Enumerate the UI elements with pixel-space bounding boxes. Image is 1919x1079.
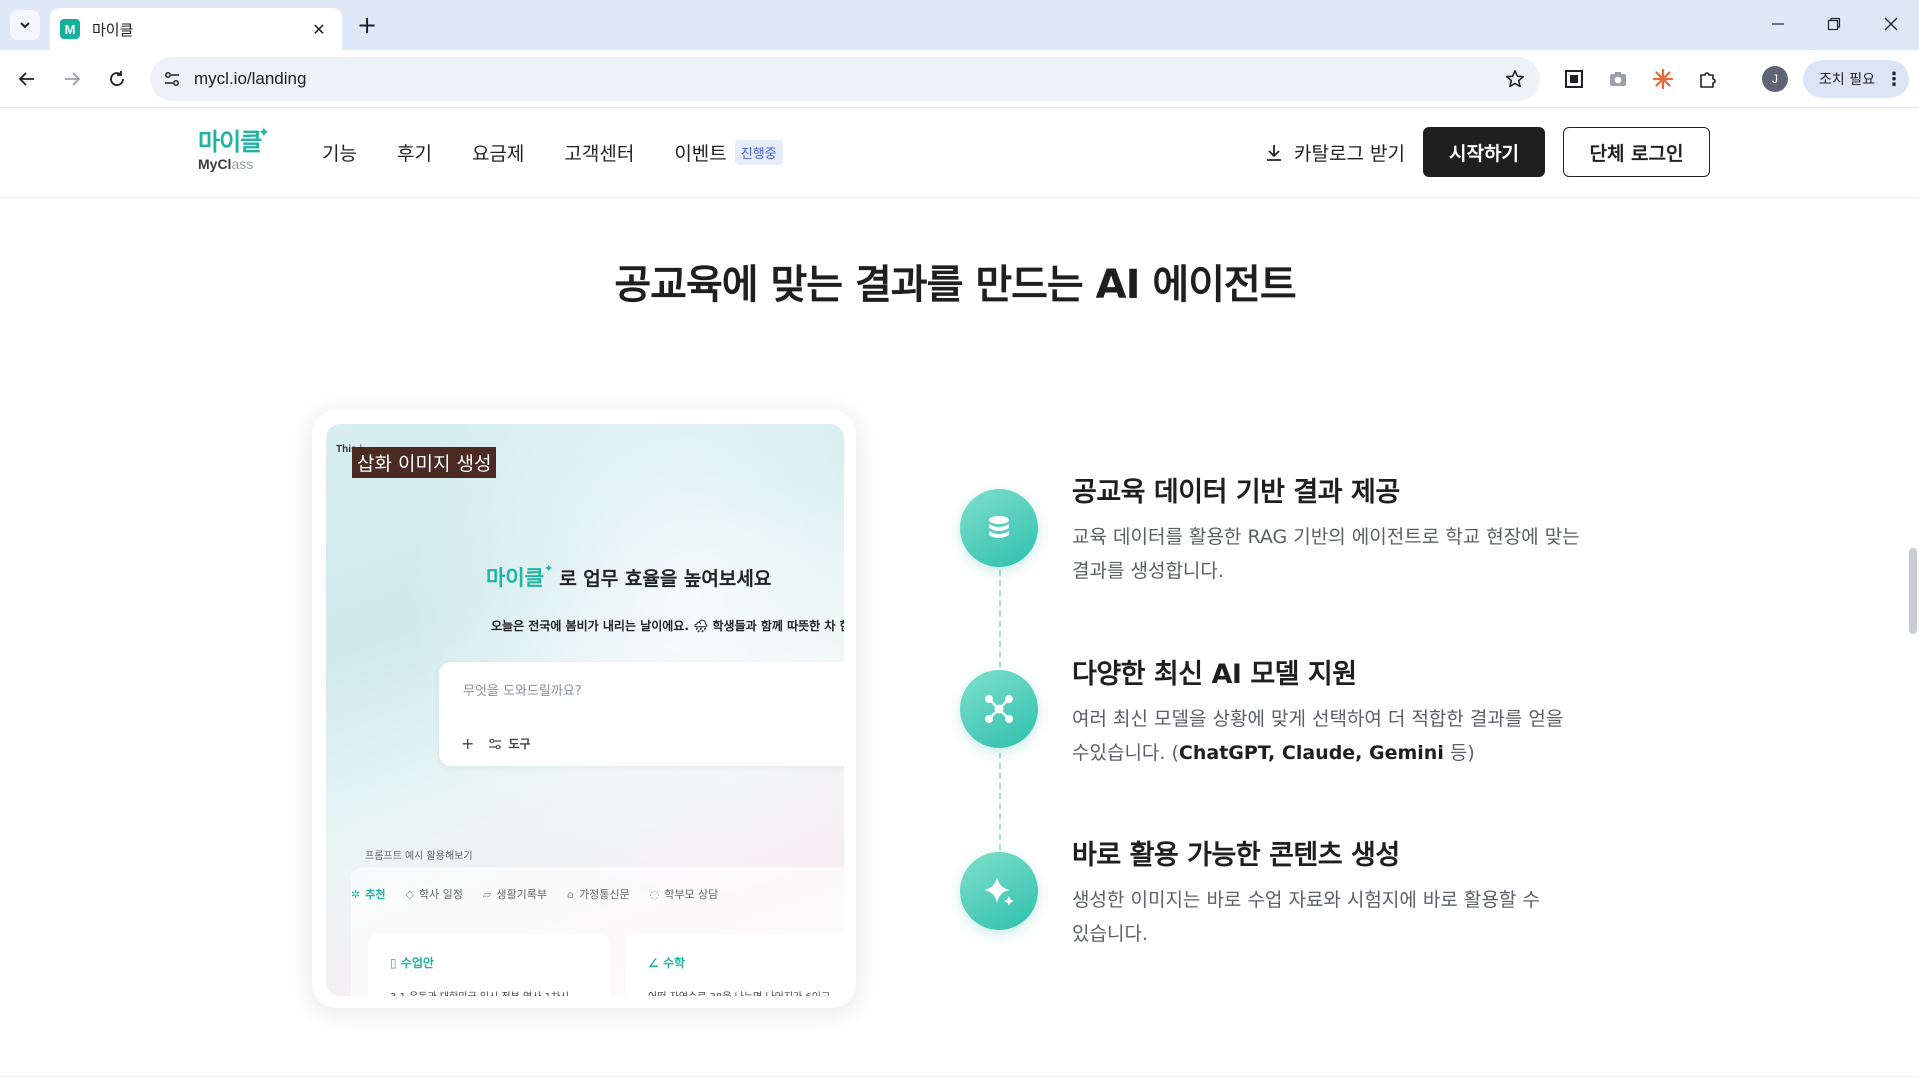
book-icon: ▯ xyxy=(390,956,401,970)
network-icon xyxy=(960,670,1038,748)
browser-tab[interactable]: M 마이클 ✕ xyxy=(50,8,342,50)
restore-icon xyxy=(1827,17,1841,31)
feature-desc-models: 여러 최신 모델을 상황에 맞게 선택하여 더 적합한 결과를 얻을 수있습니다… xyxy=(1072,708,1564,764)
chip-student-record: ▱ 생활기록부 xyxy=(482,887,547,902)
prompt-tools: + 도구 xyxy=(461,734,531,753)
example-card-body: 3.1 운동과 대한민국 임시 정부 역사 1차시 xyxy=(390,988,569,996)
browser-toolbar: mycl.io/landing J 조치 필요 ⋮ xyxy=(0,50,1919,108)
sparkle-icon: ✦ xyxy=(543,562,554,575)
site-logo[interactable]: 마이클 ✦ MyClass xyxy=(198,125,278,179)
nav-item-pricing[interactable]: 요금제 xyxy=(472,139,524,166)
site-header: 마이클 ✦ MyClass 기능 후기 요금제 고객센터 이벤트 진행중 카탈로… xyxy=(0,109,1919,198)
chip-newsletter: ⌂ 가정통신문 xyxy=(567,887,630,902)
arrow-left-icon xyxy=(18,72,34,86)
close-window-button[interactable] xyxy=(1868,6,1914,42)
url-text[interactable]: mycl.io/landing xyxy=(194,69,306,89)
feature-desc-content: 생성한 이미지는 바로 수업 자료와 시험지에 바로 활용할 수 있습니다. xyxy=(1072,889,1540,945)
prompt-category-chips: ✲ 추천 ◇ 학사 일정 ▱ 생활기록부 ⌂ 가정통신문 ◌ 학부모 상담 xyxy=(351,886,738,902)
forward-button[interactable] xyxy=(55,62,89,96)
action-required-label: 조치 필요 xyxy=(1819,72,1875,88)
mockup-subtext: 오늘은 전국에 봄비가 내리는 날이에요. 🌧 학생들과 함께 따뜻한 차 한 xyxy=(491,619,844,633)
chat-icon: ◌ xyxy=(649,887,660,901)
plus-icon: + xyxy=(461,734,475,753)
bookmark-star-icon[interactable] xyxy=(1504,68,1526,94)
chip-recommended: ✲ 추천 xyxy=(351,887,386,902)
caption-tag: 삽화 이미지 생성 xyxy=(352,447,497,478)
example-card-title: ▯ 수업안 xyxy=(390,956,434,970)
action-required-button[interactable]: 조치 필요 ⋮ xyxy=(1803,60,1909,98)
catalog-download-link[interactable]: 카탈로그 받기 xyxy=(1264,139,1405,166)
prompt-placeholder: 무엇을 도와드릴까요? xyxy=(463,684,582,699)
tab-title: 마이클 xyxy=(92,20,134,39)
back-button[interactable] xyxy=(10,62,44,96)
sliders-icon xyxy=(489,738,502,749)
example-card-title: ∠ 수학 xyxy=(648,956,686,970)
browser-tab-strip: M 마이클 ✕ + xyxy=(0,0,1919,50)
folder-icon: ▱ xyxy=(482,887,492,901)
section-divider xyxy=(0,1076,1919,1077)
reload-button[interactable] xyxy=(100,62,134,96)
ruler-icon: ∠ xyxy=(648,956,663,970)
close-icon xyxy=(1884,17,1898,31)
example-card-math: ∠ 수학 어떤 자연수로 38을 나누면 나머지가 6이고 xyxy=(626,934,844,996)
main-nav: 기능 후기 요금제 고객센터 이벤트 진행중 xyxy=(322,139,783,166)
logo-english: MyClass xyxy=(198,156,254,172)
extensions-puzzle-icon[interactable] xyxy=(1692,63,1724,95)
favicon-icon: M xyxy=(60,19,80,39)
nav-item-support[interactable]: 고객센터 xyxy=(564,139,634,166)
feature-title-content: 바로 활용 가능한 콘텐츠 생성 xyxy=(1072,840,1400,871)
feature-title-data: 공교육 데이터 기반 결과 제공 xyxy=(1072,477,1400,508)
nav-item-event[interactable]: 이벤트 xyxy=(674,139,726,166)
catalog-label: 카탈로그 받기 xyxy=(1294,143,1405,165)
tab-close-icon[interactable]: ✕ xyxy=(308,20,330,39)
event-status-badge: 진행중 xyxy=(734,140,783,165)
mockup-greeting: 마이클✦ 로 업무 효율을 높여보세요 xyxy=(486,562,772,590)
gear-icon: ✲ xyxy=(351,887,361,901)
chevron-down-icon xyxy=(20,22,30,29)
minimize-button[interactable] xyxy=(1755,6,1801,42)
download-icon xyxy=(1267,144,1281,161)
prompt-examples-title: 프롬프트 예시 활용해보기 xyxy=(365,851,473,862)
more-vert-icon: ⋮ xyxy=(1884,68,1903,90)
example-card-body: 어떤 자연수로 38을 나누면 나머지가 6이고 xyxy=(648,988,830,996)
chip-parent-consult: ◌ 학부모 상담 xyxy=(649,887,719,902)
site-info-icon[interactable] xyxy=(150,70,194,88)
restore-button[interactable] xyxy=(1811,6,1857,42)
minimize-icon xyxy=(1772,23,1784,25)
camera-extension-icon[interactable] xyxy=(1602,63,1634,95)
tab-search-button[interactable] xyxy=(10,10,40,40)
section-title: 공교육에 맞는 결과를 만드는 AI 에이전트 xyxy=(614,262,1296,308)
nav-item-reviews[interactable]: 후기 xyxy=(397,139,432,166)
graduation-cap-icon: ◇ xyxy=(405,887,414,901)
logo-sparkle-icon: ✦ xyxy=(258,125,270,141)
sparkle-icon xyxy=(960,852,1038,930)
database-icon xyxy=(960,489,1038,567)
mockup-prompt-input: 무엇을 도와드릴까요? + 도구 xyxy=(439,662,844,766)
qr-extension-icon[interactable] xyxy=(1558,63,1590,95)
address-bar[interactable]: mycl.io/landing xyxy=(150,57,1540,101)
tools-label: 도구 xyxy=(508,737,531,751)
mockup-screen: This i 삽화 이미지 생성 마이클✦ 로 업무 효율을 높여보세요 오늘은 … xyxy=(326,424,844,996)
new-tab-button[interactable]: + xyxy=(352,10,382,40)
reload-icon xyxy=(110,71,124,86)
profile-avatar[interactable]: J xyxy=(1762,66,1788,92)
feature-desc-data: 교육 데이터를 활용한 RAG 기반의 에이전트로 학교 현장에 맞는 결과를 … xyxy=(1072,526,1580,582)
example-card-lesson-plan: ▯ 수업안 3.1 운동과 대한민국 임시 정부 역사 1차시 xyxy=(368,934,610,996)
feature-title-models: 다양한 최신 AI 모델 지원 xyxy=(1072,659,1357,690)
arrow-right-icon xyxy=(65,72,81,86)
group-login-button[interactable]: 단체 로그인 xyxy=(1563,127,1710,177)
home-icon: ⌂ xyxy=(567,887,574,901)
nav-item-features[interactable]: 기능 xyxy=(322,139,357,166)
page-scrollbar-thumb[interactable] xyxy=(1909,548,1917,634)
chip-academic-schedule: ◇ 학사 일정 xyxy=(405,887,463,902)
start-button[interactable]: 시작하기 xyxy=(1423,127,1545,177)
claude-extension-icon[interactable] xyxy=(1647,63,1679,95)
product-mockup-card: This i 삽화 이미지 생성 마이클✦ 로 업무 효율을 높여보세요 오늘은 … xyxy=(312,410,856,1008)
